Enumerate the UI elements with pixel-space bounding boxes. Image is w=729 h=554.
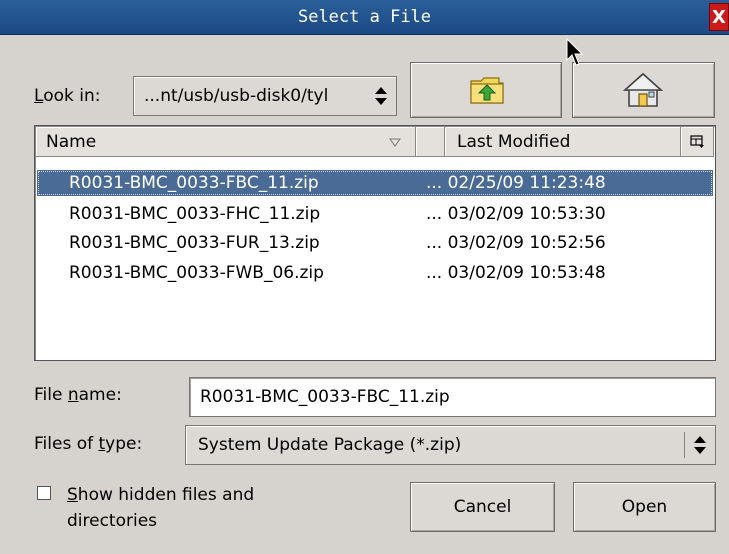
select-divider — [684, 432, 685, 458]
column-header-modified[interactable]: Last Modified — [445, 127, 681, 157]
cancel-button[interactable]: Cancel — [410, 482, 555, 532]
home-button[interactable] — [572, 62, 715, 118]
file-row-0[interactable]: R0031-BMC_0033-FBC_11.zip ... 02/25/09 1… — [37, 170, 713, 196]
column-menu-icon — [690, 135, 704, 148]
open-button[interactable]: Open — [573, 482, 716, 532]
look-in-label: Look in: — [34, 86, 101, 106]
show-hidden-checkbox[interactable] — [37, 486, 51, 500]
file-row-3[interactable]: R0031-BMC_0033-FWB_06.zip ... 03/02/09 1… — [37, 260, 713, 286]
file-row-1[interactable]: R0031-BMC_0033-FHC_11.zip ... 03/02/09 1… — [37, 201, 713, 227]
title-bar: Select a File X — [0, 0, 729, 35]
file-list[interactable]: Name Last Modified R0031-BMC_0033-FBC_11… — [34, 125, 716, 361]
close-button[interactable]: X — [709, 3, 729, 31]
show-hidden-label: Show hidden files and directories — [67, 485, 255, 531]
look-in-value: ...nt/usb/usb-disk0/tyl — [144, 86, 329, 106]
sort-indicator-icon — [389, 138, 401, 147]
file-type-value: System Update Package (*.zip) — [198, 435, 462, 455]
spinner-arrows-icon — [694, 436, 706, 454]
mouse-cursor-icon — [566, 38, 584, 66]
file-name-label: File name: — [34, 385, 122, 405]
file-row-2[interactable]: R0031-BMC_0033-FUR_13.zip ... 03/02/09 1… — [37, 230, 713, 256]
column-header-name[interactable]: Name — [36, 127, 416, 157]
file-name-input[interactable]: R0031-BMC_0033-FBC_11.zip — [189, 377, 716, 417]
column-header-spacer — [416, 127, 445, 157]
look-in-combo[interactable]: ...nt/usb/usb-disk0/tyl — [133, 76, 397, 116]
up-folder-button[interactable] — [410, 62, 562, 118]
file-type-label: Files of type: — [34, 434, 143, 454]
spinner-arrows-icon — [375, 87, 387, 105]
column-menu-button[interactable] — [681, 127, 714, 157]
file-type-select[interactable]: System Update Package (*.zip) — [185, 425, 716, 465]
dialog-title: Select a File — [297, 7, 432, 27]
home-icon — [623, 72, 663, 107]
folder-up-icon — [470, 77, 504, 104]
